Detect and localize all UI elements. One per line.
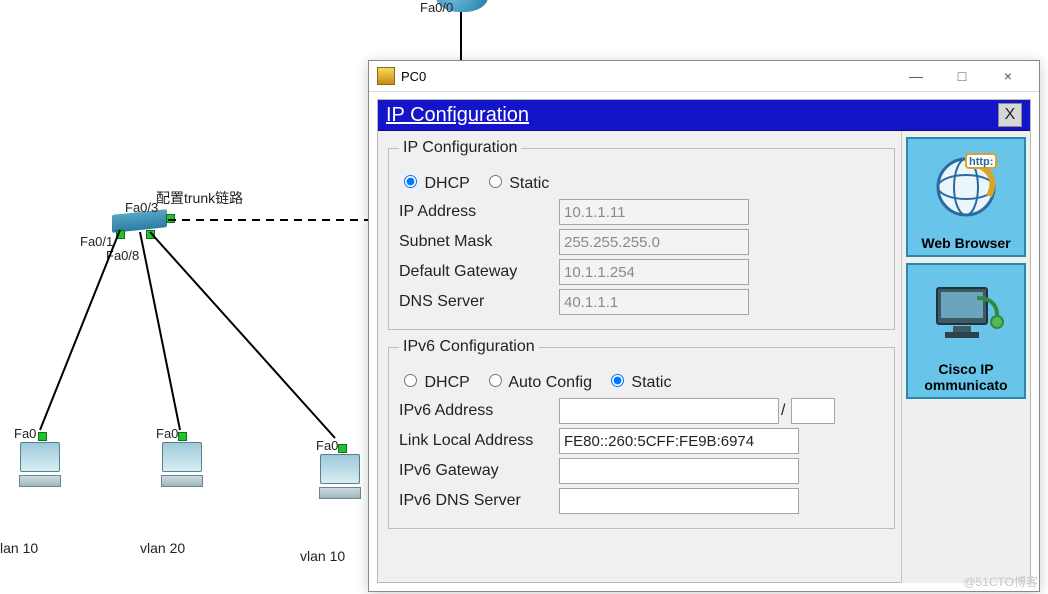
http-tag: http: (969, 156, 993, 168)
form-column: IP Configuration DHCP Static IP Address (378, 131, 901, 583)
port-dot (38, 432, 47, 441)
port-dot (338, 444, 347, 453)
dialog-header-text: IP Configuration (386, 104, 529, 127)
ipv6-auto-radio[interactable] (489, 374, 502, 387)
panel-close-button[interactable]: X (998, 103, 1022, 127)
side-panel: http: Web Browser (901, 131, 1030, 583)
subnet-mask-label: Subnet Mask (399, 233, 559, 251)
ipv6-legend: IPv6 Configuration (399, 338, 539, 356)
ipv6-dns-field[interactable] (559, 488, 799, 514)
default-gateway-field[interactable] (559, 259, 749, 285)
switch-port-fa03: Fa0/3 (125, 200, 158, 215)
ipv6-prefix-sep: / (781, 402, 785, 420)
cisco-ip-communicator-label: Cisco IP ommunicato (908, 361, 1024, 393)
ipv6-static-option[interactable]: Static (606, 371, 671, 392)
ipv6-auto-label: Auto Config (508, 374, 592, 391)
ipv4-static-option[interactable]: Static (484, 172, 549, 193)
ipv4-static-label: Static (509, 175, 549, 192)
trunk-label: 配置trunk链路 (156, 188, 243, 208)
ipv6-dhcp-radio[interactable] (404, 374, 417, 387)
dialog-titlebar[interactable]: PC0 — □ × (369, 61, 1039, 92)
default-gateway-label: Default Gateway (399, 263, 559, 281)
cisco-ip-communicator-tile[interactable]: Cisco IP ommunicato (906, 263, 1026, 399)
pc-b-port: Fa0 (156, 426, 178, 441)
ipv6-static-label: Static (631, 374, 671, 391)
ipv6-gateway-label: IPv6 Gateway (399, 462, 559, 480)
ipv6-dhcp-label: DHCP (424, 374, 469, 391)
ipv6-address-label: IPv6 Address (399, 402, 559, 420)
subnet-mask-field[interactable] (559, 229, 749, 255)
dns-server-field[interactable] (559, 289, 749, 315)
web-browser-tile[interactable]: http: Web Browser (906, 137, 1026, 257)
watermark: @51CTO博客 (963, 573, 1038, 590)
vlan-c-label: vlan 10 (300, 548, 345, 564)
lla-field[interactable] (559, 428, 799, 454)
globe-icon: http: (908, 139, 1024, 235)
pc-b-icon (160, 442, 204, 488)
vlan-a-label: lan 10 (0, 540, 38, 556)
ipv4-dhcp-option[interactable]: DHCP (399, 172, 470, 193)
web-browser-label: Web Browser (908, 235, 1024, 251)
ipv4-legend: IP Configuration (399, 139, 521, 157)
ipv4-dhcp-label: DHCP (424, 175, 469, 192)
ipv6-static-radio[interactable] (611, 374, 624, 387)
ipv6-prefix-field[interactable] (791, 398, 835, 424)
vlan-b-label: vlan 20 (140, 540, 185, 556)
close-button[interactable]: × (985, 62, 1031, 90)
dialog-header: IP Configuration X (378, 100, 1030, 131)
dns-server-label: DNS Server (399, 293, 559, 311)
ip-address-label: IP Address (399, 203, 559, 221)
app-icon (377, 67, 395, 85)
ipv4-static-radio[interactable] (489, 175, 502, 188)
lla-label: Link Local Address (399, 432, 559, 450)
pc0-dialog: PC0 — □ × IP Configuration X IP Configur… (368, 60, 1040, 592)
ipv6-auto-option[interactable]: Auto Config (484, 371, 592, 392)
ipv6-dhcp-option[interactable]: DHCP (399, 371, 470, 392)
link-router-switch (460, 12, 462, 60)
ipv6-group: IPv6 Configuration DHCP Auto Config S (388, 338, 895, 529)
ipv6-gateway-field[interactable] (559, 458, 799, 484)
port-dot (178, 432, 187, 441)
ipv4-group: IP Configuration DHCP Static IP Address (388, 139, 895, 330)
ipv4-dhcp-radio[interactable] (404, 175, 417, 188)
ip-address-field[interactable] (559, 199, 749, 225)
dialog-inner: IP Configuration X IP Configuration DHCP (377, 99, 1031, 583)
ipv6-address-field[interactable] (559, 398, 779, 424)
router-port-label: Fa0/0 (420, 0, 453, 15)
monitor-headset-icon (908, 265, 1024, 361)
pc-a-port: Fa0 (14, 426, 36, 441)
minimize-button[interactable]: — (893, 62, 939, 90)
maximize-button[interactable]: □ (939, 62, 985, 90)
ipv6-dns-label: IPv6 DNS Server (399, 492, 559, 510)
pc-c-port: Fa0 (316, 438, 338, 453)
pc-a-icon (18, 442, 62, 488)
pc-c-icon (318, 454, 362, 500)
dialog-title: PC0 (401, 69, 426, 84)
